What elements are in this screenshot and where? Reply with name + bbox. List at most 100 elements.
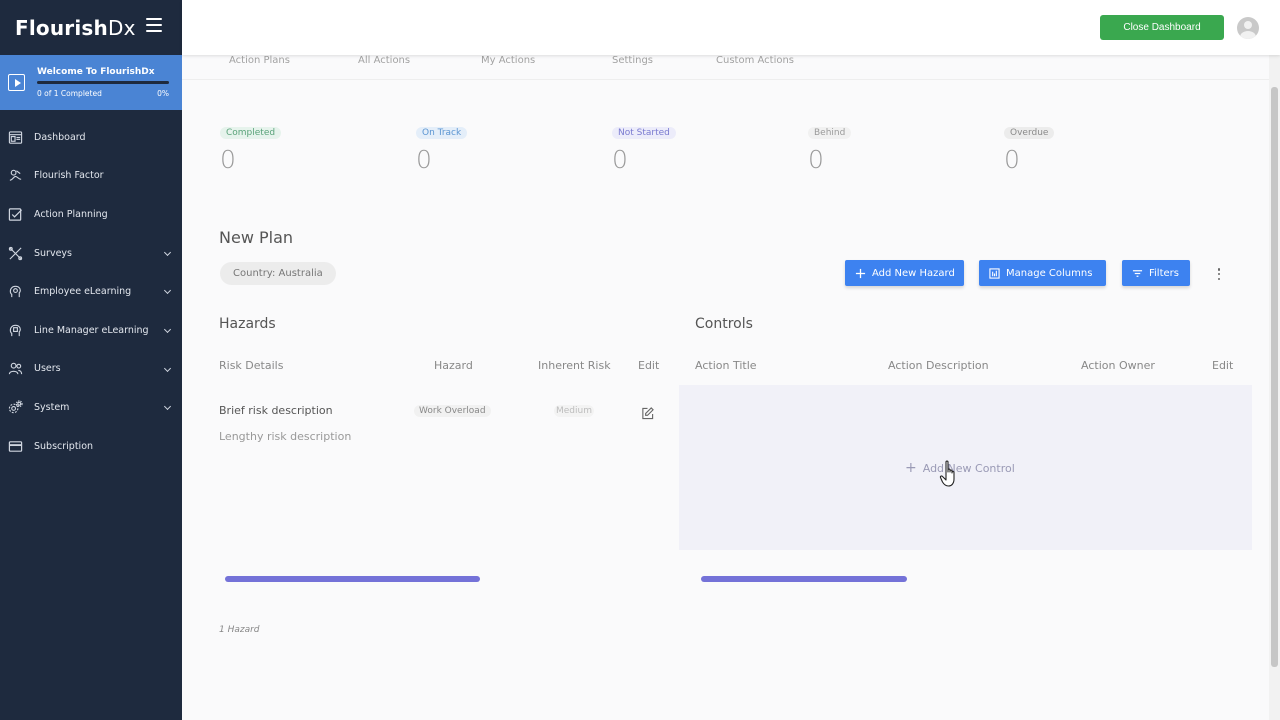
controls-drop-area[interactable]: + Add New Control [679, 385, 1252, 550]
sidebar-nav: Dashboard Flourish Factor Action Plannin… [0, 118, 182, 465]
chevron-down-icon [163, 287, 172, 295]
button-label: Add New Hazard [872, 267, 955, 279]
controls-scroll-bar[interactable] [701, 576, 907, 582]
country-filter-chip[interactable]: Country: Australia [220, 262, 336, 285]
sidebar: FlourishDx Welcome To FlourishDx 0 of 1 … [0, 0, 182, 720]
tab-custom-actions[interactable]: Custom Actions [716, 55, 794, 66]
user-avatar-icon[interactable] [1237, 17, 1259, 39]
tab-settings[interactable]: Settings [612, 55, 653, 66]
stat-not-started: Not Started 0 [612, 120, 676, 174]
column-risk-details: Risk Details [219, 359, 284, 372]
tab-my-actions[interactable]: My Actions [481, 55, 535, 66]
sidebar-item-label: Flourish Factor [34, 170, 104, 182]
column-edit: Edit [1212, 359, 1234, 372]
stat-label: On Track [416, 127, 468, 139]
column-action-title: Action Title [695, 359, 757, 372]
risk-lengthy-description: Lengthy risk description [219, 430, 352, 443]
more-options-icon[interactable] [1217, 268, 1221, 280]
credit-card-icon [8, 439, 23, 454]
inherent-risk-badge: Medium [554, 405, 594, 417]
filters-button[interactable]: Filters [1122, 260, 1190, 286]
sidebar-item-system[interactable]: System [0, 388, 182, 427]
flourish-factor-icon [8, 168, 23, 183]
add-new-hazard-button[interactable]: Add New Hazard [845, 260, 964, 286]
edit-icon[interactable] [641, 405, 654, 420]
plan-title: New Plan [219, 228, 294, 247]
stat-label: Behind [808, 127, 852, 139]
column-hazard: Hazard [434, 359, 473, 372]
stat-value: 0 [1004, 145, 1020, 174]
sidebar-header: FlourishDx [0, 0, 182, 55]
sidebar-item-label: Line Manager eLearning [34, 324, 149, 336]
stat-value: 0 [612, 145, 628, 174]
sidebar-item-dashboard[interactable]: Dashboard [0, 118, 182, 157]
stat-completed: Completed 0 [220, 120, 282, 174]
button-label: Filters [1149, 267, 1179, 279]
chevron-down-icon [163, 403, 172, 411]
plus-icon [855, 268, 866, 279]
tab-all-actions[interactable]: All Actions [358, 55, 410, 66]
welcome-title: Welcome To FlourishDx [37, 67, 155, 77]
dashboard-icon [8, 130, 23, 145]
sidebar-item-label: Users [34, 363, 61, 375]
close-dashboard-button[interactable]: Close Dashboard [1100, 15, 1224, 40]
sidebar-item-label: Subscription [34, 440, 94, 452]
stat-value: 0 [416, 145, 432, 174]
plus-icon: + [905, 460, 917, 476]
sidebar-item-subscription[interactable]: Subscription [0, 427, 182, 466]
sidebar-item-label: Dashboard [34, 131, 86, 143]
column-edit: Edit [638, 359, 660, 372]
column-action-description: Action Description [888, 359, 989, 372]
button-label: Manage Columns [1006, 267, 1093, 279]
surveys-icon [8, 246, 23, 261]
filter-icon [1132, 268, 1143, 279]
welcome-progress-bar [37, 81, 169, 84]
users-icon [8, 361, 23, 376]
sidebar-item-label: Surveys [34, 247, 72, 259]
sidebar-item-action-planning[interactable]: Action Planning [0, 195, 182, 234]
chevron-down-icon [163, 248, 172, 256]
scrollbar-thumb[interactable] [1271, 87, 1278, 667]
sidebar-item-employee-elearning[interactable]: Employee eLearning [0, 272, 182, 311]
column-inherent-risk: Inherent Risk [538, 359, 611, 372]
tab-bar: Action Plans All Actions My Actions Sett… [182, 55, 1269, 80]
main-content: Action Plans All Actions My Actions Sett… [182, 55, 1269, 720]
controls-title: Controls [695, 316, 753, 332]
stat-label: Overdue [1004, 127, 1055, 139]
page-scrollbar[interactable] [1269, 55, 1280, 720]
column-action-owner: Action Owner [1081, 359, 1155, 372]
hazards-title: Hazards [219, 316, 276, 332]
welcome-progress-text: 0 of 1 Completed [37, 89, 102, 98]
stat-behind: Behind 0 [808, 120, 852, 174]
lightbulb-head-icon [8, 284, 23, 299]
sidebar-item-users[interactable]: Users [0, 350, 182, 389]
sidebar-item-label: Employee eLearning [34, 286, 132, 298]
play-icon [8, 74, 25, 91]
chevron-down-icon [163, 325, 172, 334]
add-control-label: Add New Control [922, 461, 1015, 475]
welcome-percent: 0% [157, 89, 169, 98]
welcome-progress-card[interactable]: Welcome To FlourishDx 0 of 1 Completed 0… [0, 55, 182, 110]
columns-icon [989, 267, 1000, 279]
logo[interactable]: FlourishDx [15, 16, 136, 40]
stat-label: Not Started [612, 127, 676, 139]
stat-label: Completed [220, 127, 282, 139]
top-header: Close Dashboard [182, 0, 1280, 55]
manage-columns-button[interactable]: Manage Columns [979, 260, 1106, 286]
sidebar-item-line-manager-elearning[interactable]: Line Manager eLearning [0, 311, 182, 350]
sidebar-item-label: System [34, 401, 70, 413]
risk-brief-description[interactable]: Brief risk description [219, 404, 333, 417]
sidebar-item-flourish-factor[interactable]: Flourish Factor [0, 157, 182, 196]
hazards-scroll-bar[interactable] [225, 576, 480, 582]
stat-value: 0 [220, 145, 236, 174]
hand-pointer-cursor-icon [939, 460, 955, 487]
stat-value: 0 [808, 145, 824, 174]
checkbox-icon [8, 207, 23, 222]
sidebar-item-surveys[interactable]: Surveys [0, 234, 182, 273]
hazard-count: 1 Hazard [219, 625, 260, 635]
tab-action-plans[interactable]: Action Plans [229, 55, 290, 66]
manager-head-icon [8, 323, 23, 338]
hamburger-menu-icon[interactable] [146, 18, 162, 32]
stat-overdue: Overdue 0 [1004, 120, 1055, 174]
hazard-badge: Work Overload [414, 405, 491, 417]
